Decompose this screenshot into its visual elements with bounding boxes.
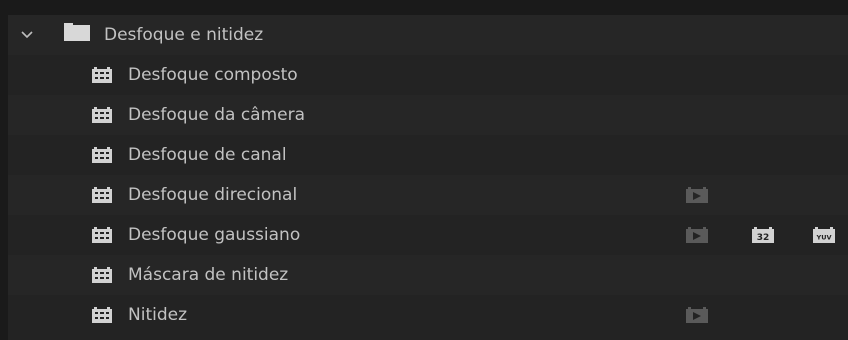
effect-label: Desfoque direcional [128, 185, 298, 205]
effect-label: Desfoque gaussiano [128, 225, 301, 245]
effect-icon [92, 107, 112, 123]
accelerated-effect-icon [686, 307, 708, 323]
effect-icon [92, 307, 112, 323]
32-bit-badge-text: 32 [757, 233, 770, 243]
effect-row-nitidez[interactable]: Nitidez [8, 295, 848, 335]
effect-icon [92, 267, 112, 283]
effect-label: Desfoque de canal [128, 145, 287, 165]
effect-label: Desfoque da câmera [128, 105, 306, 125]
effect-icon [92, 67, 112, 83]
effects-panel: Desfoque e nitidez Desfoque composto Des… [8, 15, 848, 340]
folder-icon [64, 23, 90, 41]
effect-row-desfoque-direcional[interactable]: Desfoque direcional [8, 175, 848, 215]
yuv-icon: YUV [813, 227, 835, 243]
accelerated-effect-icon [686, 187, 708, 203]
effect-icon [92, 187, 112, 203]
effect-row-desfoque-de-canal[interactable]: Desfoque de canal [8, 135, 848, 175]
effect-label: Máscara de nitidez [128, 265, 289, 285]
chevron-down-icon[interactable] [20, 28, 34, 42]
accelerated-effect-icon [686, 227, 708, 243]
folder-label: Desfoque e nitidez [104, 25, 264, 45]
32-bit-color-icon: 32 [752, 227, 774, 243]
yuv-badge-text: YUV [815, 234, 831, 242]
effect-icon [92, 147, 112, 163]
effect-row-desfoque-gaussiano[interactable]: Desfoque gaussiano 32 YUV [8, 215, 848, 255]
effect-row-mascara-de-nitidez[interactable]: Máscara de nitidez [8, 255, 848, 295]
effect-icon [92, 227, 112, 243]
folder-row-desfoque-e-nitidez[interactable]: Desfoque e nitidez [8, 15, 848, 55]
effect-label: Nitidez [128, 305, 188, 325]
effect-row-desfoque-composto[interactable]: Desfoque composto [8, 55, 848, 95]
effect-row-desfoque-da-camera[interactable]: Desfoque da câmera [8, 95, 848, 135]
effect-label: Desfoque composto [128, 65, 298, 85]
